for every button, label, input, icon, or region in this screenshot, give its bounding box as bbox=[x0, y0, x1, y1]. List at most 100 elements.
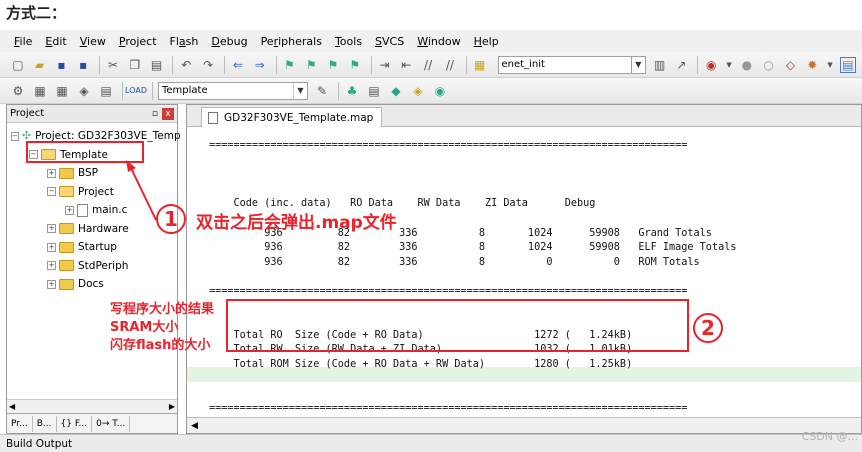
target-options-icon[interactable]: ✎ bbox=[314, 83, 330, 99]
manage-project-icon[interactable]: ♣ bbox=[344, 83, 360, 99]
toolbar-main: ▢ ▰ ▪ ▪ ✂ ❐ ▤ ↶ ↷ ⇐ ⇒ ⚑ ⚑ ⚑ ⚑ ⇥ ⇤ // // … bbox=[0, 52, 862, 78]
bookmark-clear-icon[interactable]: ⚑ bbox=[347, 57, 363, 73]
stop-build-icon[interactable]: ▤ bbox=[98, 83, 114, 99]
bookmark-next-icon[interactable]: ⚑ bbox=[325, 57, 341, 73]
batch-build-icon[interactable]: ◈ bbox=[76, 83, 92, 99]
tree-item[interactable]: + Docs bbox=[7, 275, 177, 294]
tree-item-label: StdPeriph bbox=[78, 259, 129, 272]
expand-icon[interactable]: + bbox=[47, 279, 56, 289]
project-panel-tabs: Pr... B...{} F... 0→ T... bbox=[7, 413, 177, 433]
nav-back-icon[interactable]: ⇐ bbox=[230, 57, 246, 73]
bookmark-icon[interactable]: ⚑ bbox=[282, 57, 298, 73]
menu-item-help[interactable]: Help bbox=[474, 35, 499, 48]
toolbar-separator bbox=[338, 81, 339, 100]
menu-item-window[interactable]: Window bbox=[417, 35, 460, 48]
comment-icon[interactable]: // bbox=[420, 57, 436, 73]
translate-icon[interactable]: ⚙ bbox=[10, 83, 26, 99]
find-combo-dropdown[interactable]: ▼ bbox=[631, 55, 646, 74]
menu-item-edit[interactable]: Edit bbox=[45, 35, 66, 48]
expand-icon[interactable]: + bbox=[47, 261, 56, 271]
collapse-icon[interactable]: − bbox=[11, 131, 19, 141]
pack-installer-icon[interactable]: ◆ bbox=[388, 83, 404, 99]
config-icon[interactable]: ✹ bbox=[804, 57, 820, 73]
menu-item-view[interactable]: View bbox=[80, 35, 106, 48]
tree-item[interactable]: + StdPeriph bbox=[7, 257, 177, 276]
scroll-left-icon[interactable]: ◀ bbox=[9, 402, 15, 411]
incremental-find-icon[interactable]: ↗ bbox=[674, 57, 690, 73]
file-extensions-icon[interactable]: ▤ bbox=[366, 83, 382, 99]
open-folder-icon[interactable]: ▰ bbox=[32, 57, 48, 73]
expand-icon[interactable]: + bbox=[47, 168, 56, 178]
breakpoint-disable-icon[interactable]: ○ bbox=[761, 57, 777, 73]
close-icon[interactable]: x bbox=[162, 107, 174, 120]
unindent-icon[interactable]: ⇤ bbox=[398, 57, 414, 73]
indent-icon[interactable]: ⇥ bbox=[377, 57, 393, 73]
tree-item[interactable]: + Startup bbox=[7, 238, 177, 257]
panel-tab[interactable]: B... bbox=[33, 415, 57, 432]
menu-item-svcs[interactable]: SVCS bbox=[375, 35, 404, 48]
copy-icon[interactable]: ❐ bbox=[127, 57, 143, 73]
breakpoint-clear-icon[interactable]: ◇ bbox=[783, 57, 799, 73]
chevron-down-icon[interactable]: ▼ bbox=[826, 57, 834, 73]
editor-scrollbar[interactable]: ◀ bbox=[187, 417, 861, 433]
code-line: 936 82 336 8 1024 59908 ELF Image Totals bbox=[209, 242, 737, 254]
project-panel-scrollbar[interactable]: ◀ ▶ bbox=[7, 399, 177, 413]
nav-forward-icon[interactable]: ⇒ bbox=[252, 57, 268, 73]
panel-tab[interactable]: 0→ T... bbox=[92, 415, 131, 432]
scroll-right-icon[interactable]: ▶ bbox=[169, 402, 175, 411]
panel-tab[interactable]: {} F... bbox=[57, 415, 93, 432]
pin-icon[interactable]: ▫ bbox=[152, 109, 158, 119]
bookmark-prev-icon[interactable]: ⚑ bbox=[303, 57, 319, 73]
undo-icon[interactable]: ↶ bbox=[178, 57, 194, 73]
menu-item-debug[interactable]: Debug bbox=[211, 35, 247, 48]
build-output-header[interactable]: Build Output bbox=[0, 434, 862, 452]
save-all-icon[interactable]: ▪ bbox=[75, 57, 91, 73]
download-icon[interactable]: LOAD bbox=[125, 83, 147, 99]
panel-tab[interactable]: Pr... bbox=[7, 415, 33, 432]
cut-icon[interactable]: ✂ bbox=[105, 57, 121, 73]
expand-icon[interactable]: + bbox=[47, 224, 56, 234]
chevron-down-icon: ▼ bbox=[293, 82, 307, 99]
map-file-content[interactable]: ========================================… bbox=[209, 139, 736, 416]
expand-icon[interactable]: + bbox=[47, 242, 56, 252]
toolbar-separator bbox=[465, 55, 467, 74]
folder-icon bbox=[59, 167, 74, 179]
scroll-left-icon[interactable]: ◀ bbox=[191, 421, 198, 431]
menu-item-peripherals[interactable]: Peripherals bbox=[261, 35, 322, 48]
toolbar-separator bbox=[99, 55, 101, 74]
breakpoint-icon[interactable]: ● bbox=[739, 57, 755, 73]
find-combo[interactable]: enet_init bbox=[497, 55, 632, 74]
paste-icon[interactable]: ▤ bbox=[149, 57, 165, 73]
collapse-icon[interactable]: − bbox=[47, 187, 56, 197]
toolbar-separator bbox=[370, 55, 372, 74]
new-file-icon[interactable]: ▢ bbox=[10, 57, 26, 73]
project-panel-title: Project bbox=[10, 108, 45, 119]
select-packs-icon[interactable]: ◈ bbox=[410, 83, 426, 99]
menu-item-project[interactable]: Project bbox=[119, 35, 157, 48]
redo-icon[interactable]: ↷ bbox=[200, 57, 216, 73]
menu-bar: File Edit View Project Flash Debug Peripherals… bbox=[0, 30, 862, 52]
menu-item-file[interactable]: File bbox=[14, 35, 32, 48]
build-icon[interactable]: ▦ bbox=[32, 83, 48, 99]
window-layout-icon[interactable]: ▤ bbox=[840, 56, 856, 73]
run-time-env-icon[interactable]: ◉ bbox=[432, 83, 448, 99]
chevron-down-icon[interactable]: ▼ bbox=[725, 57, 733, 73]
expand-icon[interactable]: + bbox=[65, 205, 74, 215]
document-icon bbox=[208, 111, 218, 124]
target-select[interactable]: Template ▼ bbox=[158, 81, 308, 100]
save-icon[interactable]: ▪ bbox=[54, 57, 70, 73]
menu-item-flash[interactable]: Flash bbox=[170, 35, 199, 48]
tree-item-label: BSP bbox=[78, 167, 99, 180]
find-icon[interactable]: ▥ bbox=[652, 57, 668, 73]
folder-icon bbox=[59, 186, 74, 198]
debug-start-icon[interactable]: ◉ bbox=[703, 57, 719, 73]
uncomment-icon[interactable]: // bbox=[442, 57, 458, 73]
rebuild-icon[interactable]: ▦ bbox=[54, 83, 70, 99]
chevron-down-icon: ▼ bbox=[635, 60, 642, 69]
menu-item-tools[interactable]: Tools bbox=[335, 35, 362, 48]
code-line: Total ROM Size (Code + RO Data + RW Data… bbox=[209, 358, 633, 370]
find-in-files-icon[interactable]: ▦ bbox=[472, 57, 488, 73]
tab-map-file[interactable]: GD32F303VE_Template.map bbox=[201, 107, 383, 127]
